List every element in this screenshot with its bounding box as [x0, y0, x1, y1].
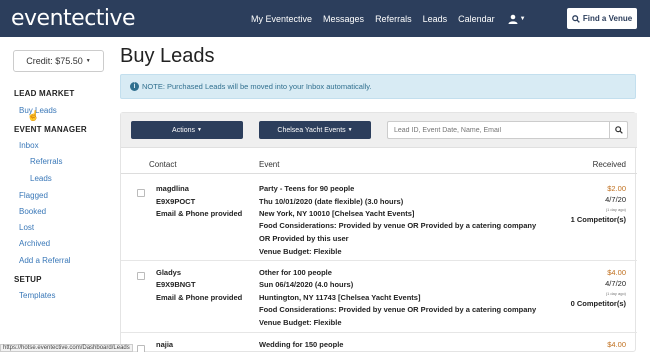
lead-search-input[interactable]	[387, 121, 610, 139]
credit-label: Credit: $75.50	[26, 56, 83, 66]
event-title: Party - Teens for 90 people	[259, 184, 355, 193]
actions-label: Actions	[172, 126, 195, 134]
sidebar-item-leads[interactable]: Leads	[30, 174, 52, 183]
nav-my-eventective[interactable]: My Eventective	[251, 14, 312, 24]
page-title: Buy Leads	[120, 45, 215, 67]
user-icon	[508, 14, 518, 24]
eventective-logo[interactable]: eventective	[11, 4, 136, 32]
column-event: Event	[259, 160, 280, 169]
nav-messages[interactable]: Messages	[323, 14, 364, 24]
venue-filter-label: Chelsea Yacht Events	[277, 126, 346, 134]
event-budget: Venue Budget: Flexible	[259, 318, 342, 327]
event-budget: Venue Budget: Flexible	[259, 247, 342, 256]
event-date: Thu 10/01/2020 (date flexible) (3.0 hour…	[259, 197, 404, 206]
event-manager-heading: EVENT MANAGER	[14, 125, 87, 134]
row-divider	[121, 332, 637, 333]
lead-checkbox[interactable]	[137, 272, 145, 280]
info-notice: i NOTE: Purchased Leads will be moved in…	[120, 74, 636, 99]
chevron-down-icon: ▼	[519, 15, 526, 22]
event-food: Food Considerations: Provided by venue O…	[259, 221, 537, 230]
lead-name: najia	[156, 340, 174, 349]
event-location: New York, NY 10010 [Chelsea Yacht Events…	[259, 209, 415, 218]
info-icon: i	[130, 82, 139, 91]
top-navbar: eventective My Eventective Messages Refe…	[0, 0, 650, 37]
event-title: Wedding for 150 people	[259, 340, 344, 349]
browser-status-url: https://hotse.eventective.com/Dashboard/…	[0, 344, 133, 352]
lead-id: E9X9BNGT	[156, 280, 196, 289]
event-date: Sun 06/14/2020 (4.0 hours)	[259, 280, 354, 289]
leads-panel: Actions ▼ Chelsea Yacht Events ▼ Contact…	[120, 112, 637, 352]
search-icon	[614, 126, 623, 134]
venue-filter-dropdown[interactable]: Chelsea Yacht Events ▼	[259, 121, 371, 139]
chevron-down-icon: ▼	[85, 58, 91, 64]
sidebar-item-booked[interactable]: Booked	[19, 207, 46, 216]
lead-market-heading: LEAD MARKET	[14, 89, 75, 98]
setup-heading: SETUP	[14, 275, 42, 284]
lead-contact-info: Email & Phone provided	[156, 293, 243, 302]
lead-contact-info: Email & Phone provided	[156, 209, 243, 218]
row-divider	[121, 260, 637, 261]
hand-cursor-icon: ☝	[27, 111, 40, 122]
lead-checkbox[interactable]	[137, 345, 145, 352]
lead-name: magdlina	[156, 184, 189, 193]
find-venue-label: Find a Venue	[582, 14, 633, 23]
competitor-count: 0 Competitor(s)	[570, 299, 626, 308]
sidebar-item-archived[interactable]: Archived	[19, 239, 50, 248]
user-menu[interactable]: ▼	[508, 14, 526, 24]
search-icon	[571, 14, 580, 23]
lead-name: Gladys	[156, 268, 182, 277]
sidebar-item-referrals[interactable]: Referrals	[30, 157, 62, 166]
received-ago: (1 day ago)	[605, 207, 626, 212]
actions-dropdown[interactable]: Actions ▼	[131, 121, 243, 139]
column-contact: Contact	[149, 160, 177, 169]
header-divider	[121, 173, 637, 174]
event-food: Food Considerations: Provided by venue O…	[259, 305, 537, 314]
lead-price: $4.00	[607, 268, 626, 277]
sidebar-item-lost[interactable]: Lost	[19, 223, 34, 232]
notice-text: NOTE: Purchased Leads will be moved into…	[142, 82, 372, 91]
column-received: Received	[592, 160, 626, 169]
nav-leads[interactable]: Leads	[423, 14, 448, 24]
event-food-extra: OR Provided by this user	[259, 234, 349, 243]
lead-price: $2.00	[607, 184, 626, 193]
received-date: 4/7/20	[605, 195, 626, 204]
sidebar: Credit: $75.50 ▼ LEAD MARKET Buy Leads ☝…	[0, 37, 111, 352]
lead-search-button[interactable]	[609, 121, 628, 139]
sidebar-item-inbox[interactable]: Inbox	[19, 141, 39, 150]
leads-toolbar: Actions ▼ Chelsea Yacht Events ▼	[121, 113, 637, 148]
lead-checkbox[interactable]	[137, 189, 145, 197]
lead-price: $4.00	[607, 340, 626, 349]
event-location: Huntington, NY 11743 [Chelsea Yacht Even…	[259, 293, 421, 302]
credit-dropdown[interactable]: Credit: $75.50 ▼	[13, 50, 104, 72]
sidebar-item-add-referral[interactable]: Add a Referral	[19, 256, 71, 265]
lead-id: E9X9POCT	[156, 197, 196, 206]
event-title: Other for 100 people	[259, 268, 332, 277]
received-date: 4/7/20	[605, 279, 626, 288]
nav-calendar[interactable]: Calendar	[458, 14, 495, 24]
chevron-down-icon: ▼	[197, 127, 202, 133]
logo-text: eventective	[11, 5, 136, 31]
received-ago: (1 day ago)	[605, 291, 626, 296]
sidebar-item-flagged[interactable]: Flagged	[19, 191, 48, 200]
competitor-count: 1 Competitor(s)	[570, 215, 626, 224]
main-nav: My Eventective Messages Referrals Leads …	[251, 0, 526, 37]
nav-referrals[interactable]: Referrals	[375, 14, 412, 24]
sidebar-item-templates[interactable]: Templates	[19, 291, 55, 300]
find-venue-button[interactable]: Find a Venue	[567, 8, 637, 29]
chevron-down-icon: ▼	[347, 127, 353, 133]
